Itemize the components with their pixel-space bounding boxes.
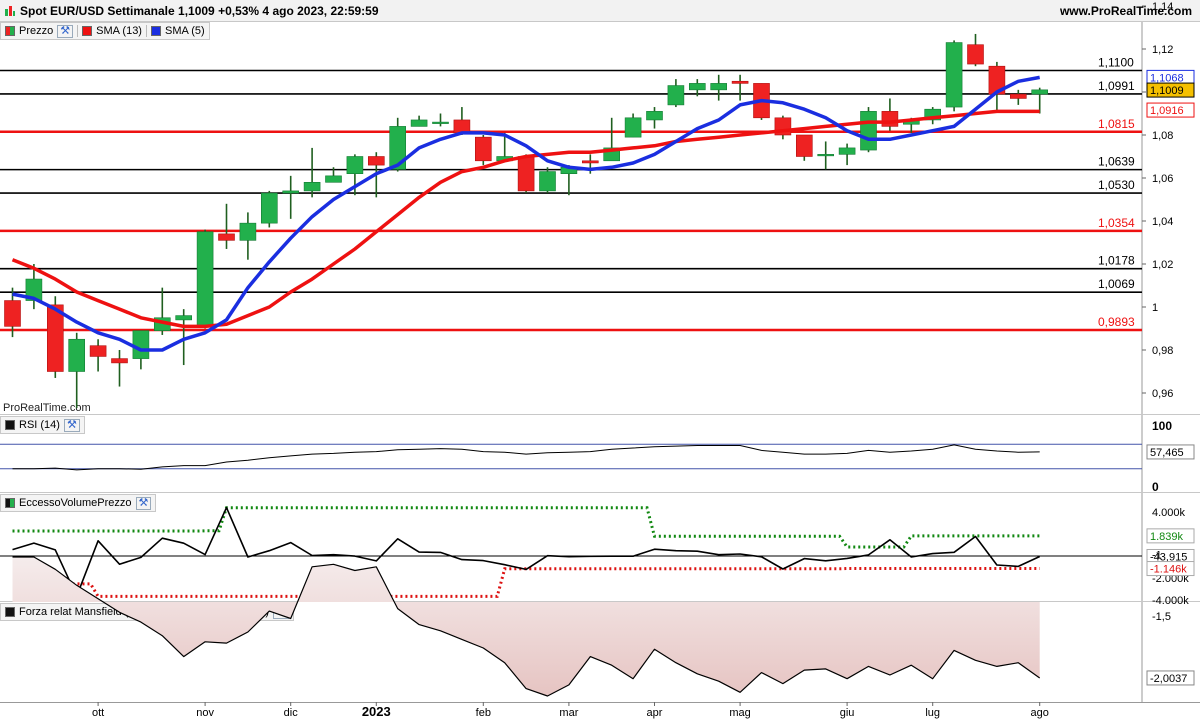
mansfield-tick-label: -1	[1152, 550, 1162, 562]
mansfield-value-badge: -2,0037	[1150, 673, 1187, 685]
candle	[581, 160, 599, 164]
candle	[795, 134, 813, 157]
support-label: 1,0178	[1098, 254, 1135, 268]
candle	[325, 175, 342, 183]
time-axis-label: giu	[840, 707, 855, 719]
sma13-value-badge: 1,0916	[1150, 105, 1184, 117]
candle	[860, 111, 877, 151]
candle	[46, 304, 64, 372]
time-axis-label: lug	[925, 707, 940, 719]
candle	[432, 121, 449, 124]
rsi-value-badge: 57,465	[1150, 447, 1184, 459]
pve-lower-band	[12, 567, 1040, 598]
candle	[1009, 93, 1027, 99]
price-value-badge: 1,1009	[1150, 85, 1184, 97]
key-level-label: 0,9893	[1098, 315, 1135, 329]
candle	[175, 315, 192, 321]
chart-canvas[interactable]: 0,960,9811,021,041,061,081,101,121,141,1…	[0, 0, 1200, 720]
price-tick-label: 1	[1152, 302, 1158, 314]
candle	[367, 156, 385, 166]
price-tick-label: 1,06	[1152, 173, 1173, 185]
candle	[710, 83, 728, 91]
candle	[239, 222, 257, 241]
price-tick-label: 1,02	[1152, 259, 1173, 271]
candle	[89, 345, 107, 357]
candle	[68, 338, 85, 372]
pve-line	[12, 506, 1041, 598]
rsi-line	[12, 444, 1040, 471]
candle	[282, 190, 300, 194]
rsi-tick-label: 0	[1152, 480, 1159, 494]
candle	[111, 358, 128, 364]
price-tick-label: 1,04	[1152, 216, 1173, 228]
support-label: 1,0991	[1098, 79, 1135, 93]
candle	[945, 42, 963, 108]
time-axis-label: feb	[476, 707, 491, 719]
candle	[688, 83, 706, 91]
candle	[817, 154, 835, 157]
time-axis-label: mar	[559, 707, 578, 719]
price-tick-label: 0,98	[1152, 345, 1173, 357]
sma13-line	[11, 109, 1040, 329]
candle	[517, 156, 535, 192]
time-axis-label: apr	[647, 707, 663, 719]
pve-tick-label: -4.000k	[1152, 595, 1189, 607]
pve-upper-band	[12, 506, 1040, 549]
candle	[1031, 89, 1048, 95]
time-axis-label: mag	[729, 707, 750, 719]
candle	[474, 136, 492, 162]
time-axis-label: 2023	[362, 704, 391, 719]
candle	[881, 111, 899, 127]
candle	[303, 182, 321, 192]
candle	[260, 192, 278, 224]
candle	[132, 330, 150, 359]
support-label: 1,1100	[1098, 56, 1134, 70]
time-axis-label: dic	[284, 707, 299, 719]
candle	[646, 111, 663, 121]
candle	[346, 156, 364, 175]
support-label: 1,0069	[1098, 277, 1135, 291]
candle	[218, 233, 235, 241]
rsi-tick-label: 100	[1152, 419, 1172, 433]
time-axis-label: nov	[196, 707, 214, 719]
candle	[624, 117, 642, 138]
pve-lower-badge: -1.146k	[1150, 564, 1187, 576]
support-label: 1,0530	[1098, 178, 1135, 192]
candle	[539, 171, 556, 192]
price-tick-label: 1,14	[1152, 1, 1173, 13]
mansfield-area	[12, 557, 1040, 696]
time-axis-label: ott	[92, 707, 104, 719]
price-tick-label: 0,96	[1152, 388, 1173, 400]
key-level-label: 1,0354	[1098, 216, 1135, 230]
pve-upper-badge: 1.839k	[1150, 531, 1184, 543]
candle	[453, 119, 471, 134]
mansfield-tick-label: -1,5	[1152, 611, 1171, 623]
candle	[4, 300, 21, 327]
key-level-label: 1,0815	[1098, 117, 1135, 131]
candle	[667, 85, 685, 106]
candle	[967, 44, 984, 65]
price-tick-label: 1,08	[1152, 130, 1173, 142]
candle	[838, 147, 856, 155]
pve-tick-label: 4.000k	[1152, 507, 1186, 519]
time-axis-label: ago	[1031, 707, 1049, 719]
candle	[410, 119, 428, 127]
candle	[196, 231, 214, 327]
price-tick-label: 1,12	[1152, 44, 1173, 56]
candle	[731, 80, 749, 84]
support-label: 1,0639	[1098, 155, 1135, 169]
